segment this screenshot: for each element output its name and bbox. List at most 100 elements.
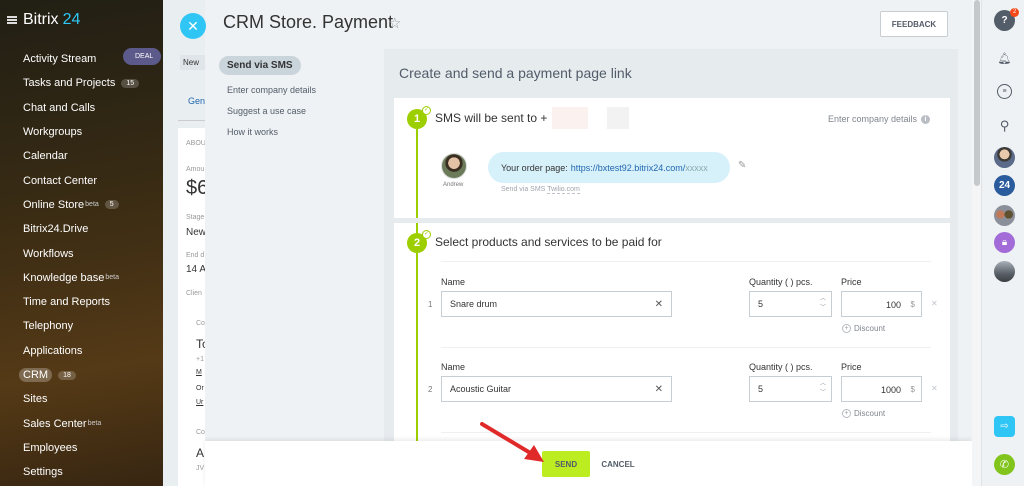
sidebar-item-label: Chat and Calls <box>23 101 96 114</box>
discount-label: Discount <box>854 409 886 418</box>
beta-label: beta <box>87 420 102 428</box>
background-new-stage: New <box>180 55 205 70</box>
left-sidebar: Bitrix 24 Activity Stream Tasks and Projec… <box>0 0 163 486</box>
remove-row-icon[interactable]: ✕ <box>931 299 938 308</box>
bitrix-logo[interactable]: Bitrix 24 <box>7 11 80 29</box>
feedback-button[interactable]: FEEDBACK <box>880 11 948 37</box>
column-quantity-label: Quantity ( ) pcs. <box>749 277 813 287</box>
avatar <box>441 153 467 179</box>
counter-badge: 18 <box>58 370 76 380</box>
check-icon: ✓ <box>422 106 431 115</box>
column-quantity-label: Quantity ( ) pcs. <box>749 362 813 372</box>
counter-badge: 15 <box>121 78 140 88</box>
background-contact2-a: JV <box>196 465 205 472</box>
sms-provider-prefix: Send via SMS <box>501 186 546 193</box>
sms-preview-bubble: Your order page: https://bxtest92.bitrix… <box>488 152 730 183</box>
column-price-label: Price <box>841 362 862 372</box>
sidebar-item-settings[interactable]: Settings <box>23 460 139 484</box>
sidebar-item-telephony[interactable]: Telephony <box>23 314 139 338</box>
sidebar-item-label: Activity Stream <box>23 53 97 66</box>
help-badge: 2 <box>1010 8 1020 17</box>
sidebar-item-label: Settings <box>23 466 63 479</box>
sidebar-item-label: Online Store <box>23 198 85 211</box>
clear-icon[interactable]: ✕ <box>655 299 663 310</box>
slider-menu-suggest-a-use-case[interactable]: Suggest a use case <box>219 106 316 116</box>
payment-link[interactable]: https://bxtest92.bitrix24.com/xxxxx <box>571 163 708 173</box>
info-icon[interactable]: i <box>921 114 930 124</box>
sidebar-item-knowledge-base[interactable]: Knowledge base beta <box>23 266 139 290</box>
deal-tab[interactable]: DEAL <box>123 48 162 65</box>
sidebar-item-calendar[interactable]: Calendar <box>23 144 139 168</box>
sidebar-item-label: Workflows <box>23 247 74 260</box>
row-divider <box>441 347 931 348</box>
pencil-icon[interactable]: ✎ <box>738 160 746 171</box>
menu-burger-icon[interactable] <box>7 16 17 24</box>
product-name-value: Snare drum <box>450 299 498 309</box>
stepper-arrows-icon[interactable]: ︿ ﹀ <box>820 380 826 398</box>
cancel-button[interactable]: CANCEL <box>599 451 637 477</box>
stepper-arrows-icon[interactable]: ︿ ﹀ <box>820 295 826 313</box>
column-price-label: Price <box>841 277 862 287</box>
background-about: ABOU <box>186 140 206 147</box>
discount-link[interactable]: + Discount <box>842 324 885 333</box>
sidebar-item-chat-and-calls[interactable]: Chat and Calls <box>23 96 139 120</box>
row-number: 2 <box>428 385 433 394</box>
sidebar-item-crm[interactable]: CRM 18 <box>19 363 139 387</box>
sidebar-item-contact-center[interactable]: Contact Center <box>23 168 139 192</box>
logo-text: Bitrix <box>23 11 59 28</box>
lock-icon[interactable]: 🔒︎ <box>994 232 1015 253</box>
quantity-stepper[interactable]: 5 ︿ ﹀ <box>749 376 832 402</box>
close-slider-button[interactable]: ✕ <box>180 13 206 39</box>
slider-menu-enter-company-details[interactable]: Enter company details <box>219 85 316 95</box>
sms-provider-line: Send via SMS Twilio.com <box>501 186 580 194</box>
photo-avatar-icon[interactable] <box>994 261 1015 282</box>
sidebar-item-tasks-and-projects[interactable]: Tasks and Projects 15 <box>23 71 140 95</box>
bell-icon[interactable]: 🔔︎ <box>994 48 1015 69</box>
annotation-arrow-icon <box>480 422 544 462</box>
row-divider <box>441 261 931 262</box>
scrollbar[interactable] <box>972 0 981 486</box>
sidebar-item-workflows[interactable]: Workflows <box>23 241 139 265</box>
sidebar-item-label: Contact Center <box>23 174 97 187</box>
sidebar-item-label: Workgroups <box>23 126 83 139</box>
main-content: Create and send a payment page link 1 ✓ … <box>384 49 958 486</box>
sidebar-item-label: CRM <box>19 368 53 382</box>
sidebar-item-activity-stream[interactable]: Activity Stream <box>23 47 139 71</box>
sidebar-item-online-store[interactable]: Online Store beta 5 <box>23 193 139 217</box>
document-icon[interactable]: ⇨ <box>994 416 1015 437</box>
enter-company-details-link[interactable]: Enter company details i <box>828 114 930 124</box>
discount-link[interactable]: + Discount <box>842 409 885 418</box>
group-chat-icon[interactable] <box>994 205 1015 226</box>
background-stage-value: New <box>186 227 207 238</box>
price-input[interactable]: 1000 $ <box>841 376 922 402</box>
phone-icon[interactable]: ✆ <box>994 454 1015 475</box>
product-name-input[interactable]: Acoustic Guitar ✕ <box>441 376 672 402</box>
search-icon[interactable]: ⚲ <box>994 115 1015 136</box>
remove-row-icon[interactable]: ✕ <box>931 384 938 393</box>
slider-menu-send-via-sms[interactable]: Send via SMS <box>219 56 301 75</box>
product-name-input[interactable]: Snare drum ✕ <box>441 291 672 317</box>
step-connector-line <box>416 118 418 218</box>
row-number: 1 <box>428 300 433 309</box>
sidebar-item-sales-center[interactable]: Sales Center beta <box>23 411 139 435</box>
currency-label: $ <box>910 385 915 394</box>
user-avatar-icon[interactable] <box>994 147 1015 168</box>
sidebar-item-sites[interactable]: Sites <box>23 387 139 411</box>
chat-icon[interactable]: ≡ <box>997 84 1012 99</box>
sidebar-item-time-and-reports[interactable]: Time and Reports <box>23 290 139 314</box>
sidebar-item-workgroups[interactable]: Workgroups <box>23 120 139 144</box>
star-icon[interactable]: ☆ <box>388 14 401 32</box>
sidebar-item-employees[interactable]: Employees <box>23 436 139 460</box>
plus-icon: + <box>842 409 851 418</box>
slider-menu-how-it-works[interactable]: How it works <box>219 127 316 137</box>
sidebar-item-bitrix24-drive[interactable]: Bitrix24.Drive <box>23 217 139 241</box>
clear-icon[interactable]: ✕ <box>655 384 663 395</box>
price-input[interactable]: 100 $ <box>841 291 922 317</box>
page-title: CRM Store. Payment <box>223 12 394 32</box>
sidebar-menu: Activity Stream Tasks and Projects 15 Chat … <box>19 47 140 484</box>
scrollbar-thumb[interactable] <box>974 0 980 186</box>
sidebar-item-applications[interactable]: Applications <box>23 339 139 363</box>
bitrix24-icon[interactable]: 24 <box>994 175 1015 196</box>
sms-provider-link[interactable]: Twilio.com <box>547 186 580 194</box>
quantity-stepper[interactable]: 5 ︿ ﹀ <box>749 291 832 317</box>
